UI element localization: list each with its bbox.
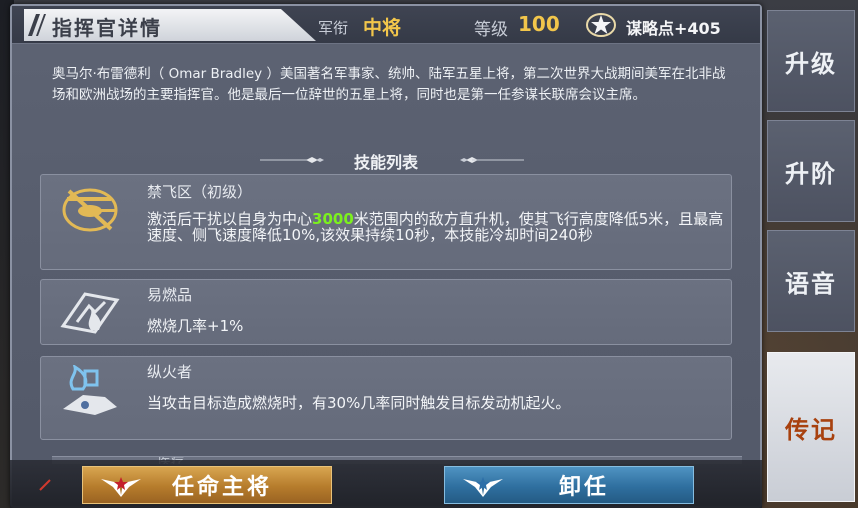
wings-rank-icon: [463, 477, 503, 497]
appoint-button-label: 任命主将: [171, 475, 272, 500]
flammable-icon: [60, 292, 120, 334]
level-label: 等级: [474, 20, 508, 40]
skill-name: 纵火者: [147, 363, 193, 381]
divider-ornament-right: [460, 157, 524, 163]
arsonist-icon: [63, 365, 117, 415]
page-title: 指挥官详情: [52, 16, 162, 40]
tab-biography[interactable]: 传记: [767, 352, 855, 502]
panel-header: 指挥官详情 军衔 中将 等级 100 谋略点+405: [12, 6, 760, 44]
wings-rank-icon: [101, 477, 141, 497]
strategy-points: 谋略点+405: [626, 19, 721, 38]
skill-card-flammable[interactable]: 易燃品 燃烧几率+1%: [40, 279, 732, 345]
level-value: 100: [518, 12, 560, 36]
skills-section-title: 技能列表: [353, 153, 418, 172]
dismiss-button[interactable]: 卸任: [444, 466, 694, 504]
tab-voice[interactable]: 语音: [767, 230, 855, 332]
skill-card-arsonist[interactable]: 纵火者 当攻击目标造成燃烧时，有30%几率同时触发目标发动机起火。: [40, 356, 732, 440]
tab-promote[interactable]: 升阶: [767, 120, 855, 222]
skill-description: 当攻击目标造成燃烧时，有30%几率同时触发目标发动机起火。: [147, 394, 571, 412]
skill-description: 激活后干扰以自身为中心3000米范围内的敌方直升机，使其飞行高度降低5米，且最高…: [147, 210, 724, 244]
skill-description: 燃烧几率+1%: [147, 317, 244, 335]
strategy-star-icon: [586, 13, 616, 37]
commander-biography: 奥马尔·布雷德利（ Omar Bradley ）美国著名军事家、统帅、陆军五星上…: [52, 66, 726, 103]
skill-name: 易燃品: [147, 286, 193, 304]
rank-value: 中将: [363, 17, 402, 39]
rank-label: 军衔: [318, 19, 349, 37]
skill-card-no-fly-zone[interactable]: 禁飞区（初级） 激活后干扰以自身为中心3000米范围内的敌方直升机，使其飞行高度…: [40, 174, 732, 270]
skill-name: 禁飞区（初级）: [147, 183, 253, 201]
red-slash-mark: [39, 479, 51, 491]
title-slash-icon: [28, 14, 46, 36]
tab-upgrade[interactable]: 升级: [767, 10, 855, 112]
appoint-commander-button[interactable]: 任命主将: [82, 466, 332, 504]
commander-details-panel: 指挥官详情 军衔 中将 等级 100 谋略点+405 奥马尔·布雷德利（ Oma…: [10, 4, 762, 508]
dismiss-button-label: 卸任: [558, 475, 609, 500]
helicopter-crossed-icon: [62, 188, 118, 232]
